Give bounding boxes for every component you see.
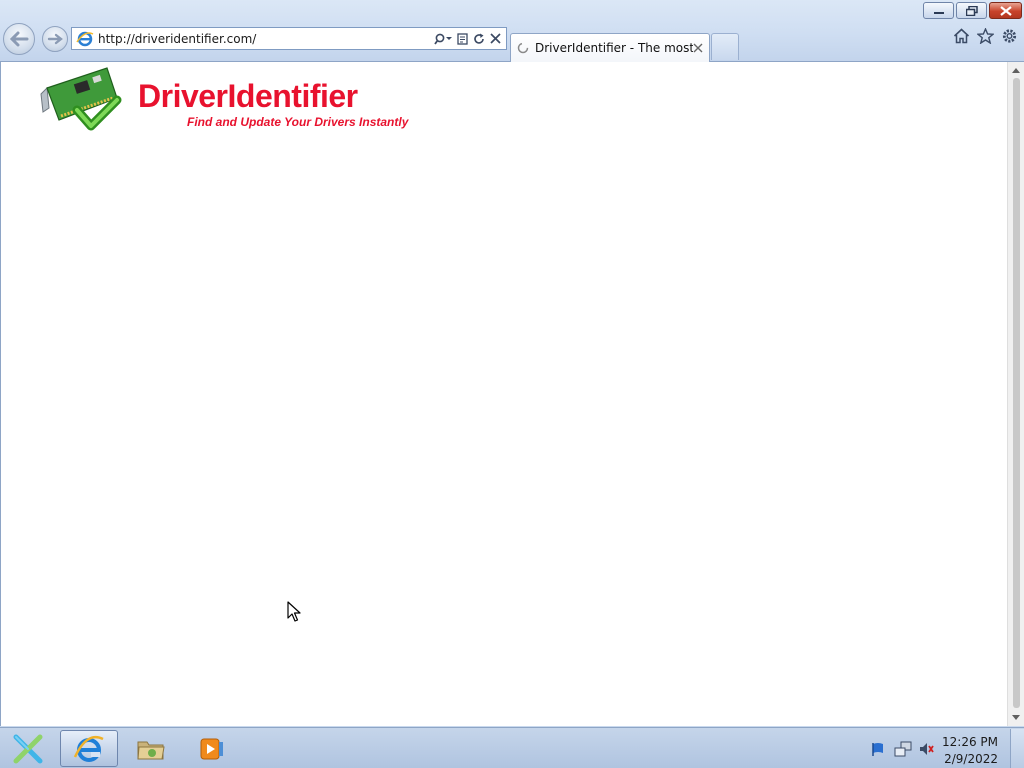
action-center-flag-icon[interactable]	[870, 741, 886, 757]
mouse-cursor-icon	[287, 601, 301, 622]
taskbar-file-explorer[interactable]	[122, 730, 180, 767]
show-desktop-button[interactable]	[1010, 729, 1024, 768]
restore-button[interactable]	[956, 2, 987, 19]
address-tools	[434, 32, 506, 45]
new-tab-button[interactable]	[711, 33, 739, 60]
internet-explorer-icon	[73, 735, 104, 762]
favorites-star-icon[interactable]	[977, 28, 994, 44]
taskbar-media-player[interactable]	[183, 730, 241, 767]
page-viewport: DriverIdentifier Find and Update Your Dr…	[0, 62, 1024, 726]
scroll-down-icon[interactable]	[1011, 713, 1021, 723]
stop-icon[interactable]	[490, 33, 501, 44]
taskbar-internet-explorer[interactable]	[60, 730, 118, 767]
tab-driveridentifier[interactable]: DriverIdentifier - The most ...	[510, 33, 710, 62]
start-button[interactable]	[4, 730, 52, 767]
file-explorer-icon	[137, 741, 165, 759]
start-icon	[13, 734, 43, 763]
media-player-icon	[200, 738, 223, 759]
browser-command-icons	[953, 28, 1018, 44]
clock-date[interactable]: 2/9/2022	[944, 752, 998, 766]
search-icon[interactable]	[434, 33, 452, 45]
address-input[interactable]	[98, 28, 434, 49]
browser-toolbar: DriverIdentifier - The most ...	[0, 0, 1024, 62]
logo-tagline: Find and Update Your Drivers Instantly	[187, 115, 409, 129]
forward-arrow-icon	[47, 33, 63, 45]
network-icon[interactable]	[894, 741, 912, 757]
back-arrow-icon	[9, 31, 29, 47]
forward-button[interactable]	[42, 26, 68, 52]
vertical-scrollbar[interactable]	[1007, 62, 1024, 726]
close-icon	[999, 5, 1012, 16]
window-controls	[923, 2, 1022, 19]
scrollbar-thumb[interactable]	[1013, 78, 1020, 708]
restore-icon	[965, 5, 978, 16]
address-bar[interactable]	[71, 27, 507, 50]
settings-gear-icon[interactable]	[1001, 28, 1018, 44]
volume-muted-icon[interactable]	[918, 741, 934, 757]
tab-close-icon[interactable]	[693, 43, 703, 53]
minimize-icon	[933, 11, 944, 14]
logo-wordmark: DriverIdentifier	[138, 78, 358, 114]
loading-spinner-icon	[517, 42, 529, 54]
compatibility-view-icon[interactable]	[457, 32, 468, 45]
site-logo[interactable]: DriverIdentifier Find and Update Your Dr…	[37, 64, 417, 134]
back-button[interactable]	[3, 23, 35, 55]
clock-time[interactable]: 12:26 PM	[942, 735, 998, 749]
scroll-up-icon[interactable]	[1011, 65, 1021, 75]
system-tray: 12:26 PM 2/9/2022	[864, 729, 1024, 768]
taskbar: 12:26 PM 2/9/2022	[0, 727, 1024, 768]
ie-page-icon	[76, 31, 94, 46]
home-icon[interactable]	[953, 28, 970, 44]
tab-title: DriverIdentifier - The most ...	[535, 41, 693, 55]
close-window-button[interactable]	[989, 2, 1022, 19]
minimize-button[interactable]	[923, 2, 954, 19]
refresh-icon[interactable]	[473, 33, 485, 45]
network-card-check-icon	[40, 67, 122, 131]
